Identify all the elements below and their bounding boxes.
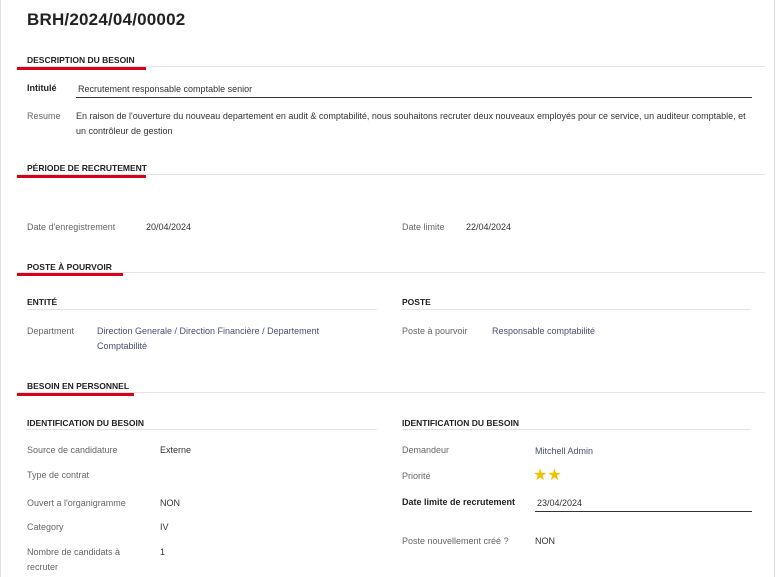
resume-label: Resume bbox=[27, 111, 61, 121]
star-icon[interactable]: ★ bbox=[533, 467, 547, 484]
section-divider bbox=[17, 272, 765, 273]
priority-stars[interactable]: ★★ bbox=[533, 467, 562, 485]
entite-title: ENTITÉ bbox=[27, 297, 58, 307]
section-accent bbox=[17, 175, 146, 178]
intitule-label: Intitulé bbox=[27, 83, 57, 93]
category-label: Category bbox=[27, 522, 64, 532]
resume-value[interactable]: En raison de l'ouverture du nouveau depa… bbox=[76, 109, 756, 139]
date-enregistrement-label: Date d'enregistrement bbox=[27, 222, 116, 232]
section-title-description: DESCRIPTION DU BESOIN bbox=[27, 55, 135, 65]
ouvert-label: Ouvert a l'organigramme bbox=[27, 498, 126, 508]
section-title-besoin: BESOIN EN PERSONNEL bbox=[27, 381, 130, 391]
form-sheet: BRH/2024/04/00002 DESCRIPTION DU BESOIN … bbox=[0, 0, 775, 577]
date-limite-value[interactable]: 22/04/2024 bbox=[466, 220, 511, 235]
group-divider bbox=[27, 429, 377, 430]
type-contrat-label: Type de contrat bbox=[27, 470, 90, 480]
department-label: Department bbox=[27, 326, 75, 336]
category-value[interactable]: IV bbox=[160, 520, 169, 535]
intitule-input[interactable]: Recrutement responsable comptable senior bbox=[76, 82, 752, 98]
priorite-label: Priorité bbox=[402, 471, 431, 481]
section-accent bbox=[17, 67, 146, 70]
poste-pourvoir-link[interactable]: Responsable comptabilité bbox=[492, 324, 595, 339]
group-divider bbox=[402, 309, 750, 310]
source-value[interactable]: Externe bbox=[160, 443, 191, 458]
date-enregistrement-value[interactable]: 20/04/2024 bbox=[146, 220, 191, 235]
identification-title-right: IDENTIFICATION DU BESOIN bbox=[402, 418, 519, 428]
nombre-value[interactable]: 1 bbox=[160, 545, 165, 560]
group-divider bbox=[27, 309, 377, 310]
section-accent bbox=[17, 393, 134, 396]
ouvert-value[interactable]: NON bbox=[160, 496, 180, 511]
poste-pourvoir-label: Poste à pourvoir bbox=[402, 326, 468, 336]
identification-title-left: IDENTIFICATION DU BESOIN bbox=[27, 418, 144, 428]
poste-cree-value[interactable]: NON bbox=[535, 534, 555, 549]
date-limite-label: Date limite bbox=[402, 222, 445, 232]
demandeur-label: Demandeur bbox=[402, 445, 450, 455]
section-title-periode: PÉRIODE DE RECRUTEMENT bbox=[27, 163, 147, 173]
department-link[interactable]: Direction Generale / Direction Financièr… bbox=[97, 324, 367, 354]
date-limite-recrutement-input[interactable]: 23/04/2024 bbox=[535, 496, 752, 512]
date-limite-recrutement-label: Date limite de recrutement bbox=[402, 497, 516, 507]
section-title-poste: POSTE À POURVOIR bbox=[27, 262, 112, 272]
poste-cree-label: Poste nouvellement créé ? bbox=[402, 536, 509, 546]
nombre-label: Nombre de candidats à recruter bbox=[27, 547, 121, 572]
source-label: Source de candidature bbox=[27, 445, 118, 455]
section-accent bbox=[17, 273, 123, 276]
demandeur-link[interactable]: Mitchell Admin bbox=[535, 444, 593, 459]
group-divider bbox=[402, 429, 750, 430]
page-title: BRH/2024/04/00002 bbox=[27, 10, 186, 29]
star-icon[interactable]: ★ bbox=[547, 467, 561, 484]
poste-title: POSTE bbox=[402, 297, 431, 307]
